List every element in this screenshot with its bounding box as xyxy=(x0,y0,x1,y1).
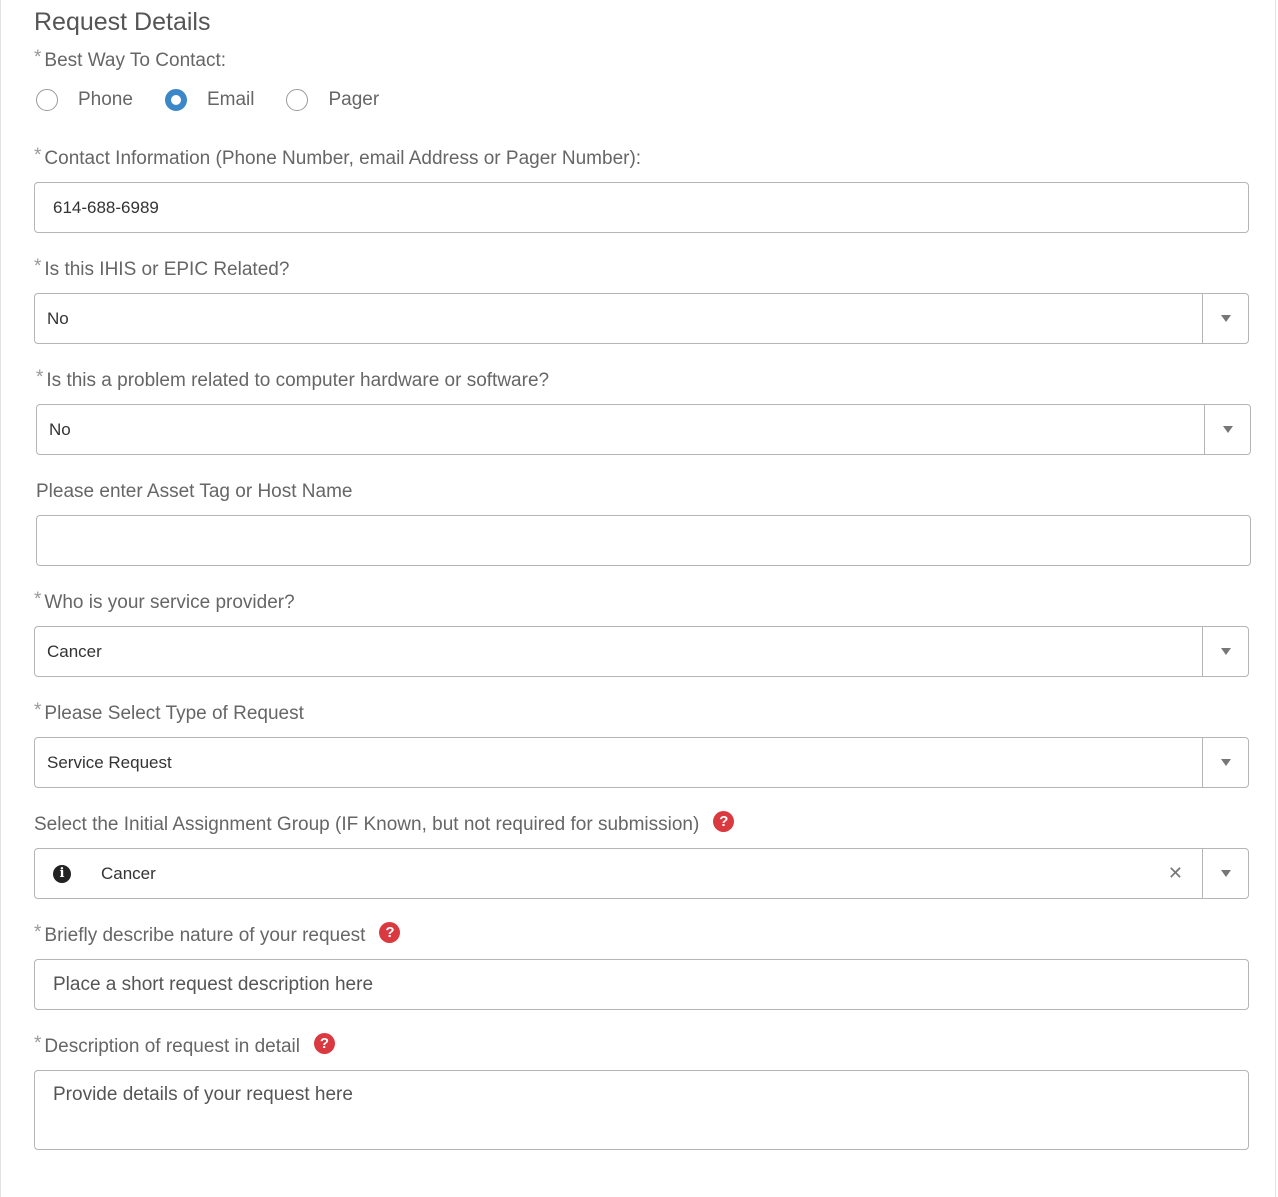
contact-info-label: * Contact Information (Phone Number, emai… xyxy=(34,145,642,169)
help-icon[interactable]: ? xyxy=(314,1033,335,1055)
contact-method-label: * Best Way To Contact: xyxy=(34,47,227,71)
radio-phone-label[interactable]: Phone xyxy=(78,89,133,111)
ihis-epic-value[interactable]: No xyxy=(35,309,1202,329)
detail-desc-textarea[interactable]: Provide details of your request here xyxy=(34,1070,1249,1150)
short-desc-label: * Briefly describe nature of your request… xyxy=(34,922,401,947)
hw-sw-dropdown-button[interactable] xyxy=(1204,405,1250,454)
radio-phone[interactable]: Phone xyxy=(36,89,133,111)
detail-desc-label: * Description of request in detail? xyxy=(34,1033,335,1058)
clear-icon[interactable]: ✕ xyxy=(1168,863,1183,884)
info-icon[interactable]: i xyxy=(53,864,71,883)
chevron-down-icon xyxy=(1220,759,1231,766)
short-desc-placeholder[interactable]: Place a short request description here xyxy=(35,974,1248,996)
help-icon[interactable]: ? xyxy=(713,811,735,833)
hw-sw-value[interactable]: No xyxy=(37,420,1204,440)
short-desc-input[interactable]: Place a short request description here xyxy=(34,959,1249,1010)
request-type-dropdown-button[interactable] xyxy=(1202,738,1248,787)
radio-phone-circle[interactable] xyxy=(36,89,58,111)
radio-pager-label[interactable]: Pager xyxy=(328,89,379,111)
chevron-down-icon xyxy=(1222,426,1233,433)
ihis-epic-dropdown-button[interactable] xyxy=(1202,294,1248,343)
chevron-down-icon xyxy=(1220,870,1231,877)
radio-pager-circle[interactable] xyxy=(286,89,309,111)
assignment-group-dropdown-button[interactable] xyxy=(1202,849,1248,898)
assignment-group-label: Select the Initial Assignment Group (IF … xyxy=(34,811,735,836)
request-details-panel: Request Details * Best Way To Contact: Ph… xyxy=(0,0,1276,1197)
service-provider-dropdown-button[interactable] xyxy=(1202,627,1248,676)
radio-email-circle[interactable] xyxy=(164,89,187,111)
chevron-down-icon xyxy=(1220,648,1231,655)
assignment-group-value[interactable]: Cancer xyxy=(101,864,1168,884)
detail-desc-placeholder[interactable]: Provide details of your request here xyxy=(35,1071,1248,1106)
asset-tag-label: Please enter Asset Tag or Host Name xyxy=(36,481,353,502)
hw-sw-select[interactable]: No xyxy=(36,404,1251,455)
chevron-down-icon xyxy=(1220,315,1231,322)
help-icon[interactable]: ? xyxy=(379,922,401,944)
contact-method-radio-group: Phone Email Pager xyxy=(36,86,411,114)
contact-info-value[interactable]: 614-688-6989 xyxy=(35,198,1248,218)
service-provider-select[interactable]: Cancer xyxy=(34,626,1249,677)
service-provider-label: * Who is your service provider? xyxy=(34,589,295,613)
radio-pager[interactable]: Pager xyxy=(286,89,379,111)
section-title: Request Details xyxy=(34,8,211,36)
radio-email-label[interactable]: Email xyxy=(207,89,255,111)
radio-email[interactable]: Email xyxy=(164,89,255,111)
request-type-label: * Please Select Type of Request xyxy=(34,700,304,724)
hw-sw-label: * Is this a problem related to computer h… xyxy=(36,367,550,391)
request-type-select[interactable]: Service Request xyxy=(34,737,1249,788)
request-type-value[interactable]: Service Request xyxy=(35,753,1202,773)
service-provider-value[interactable]: Cancer xyxy=(35,642,1202,662)
asset-tag-input[interactable] xyxy=(36,515,1251,566)
ihis-epic-label: * Is this IHIS or EPIC Related? xyxy=(34,256,290,280)
contact-info-input[interactable]: 614-688-6989 xyxy=(34,182,1249,233)
required-marker: * xyxy=(34,47,42,68)
assignment-group-select[interactable]: i Cancer ✕ xyxy=(34,848,1249,899)
ihis-epic-select[interactable]: No xyxy=(34,293,1249,344)
